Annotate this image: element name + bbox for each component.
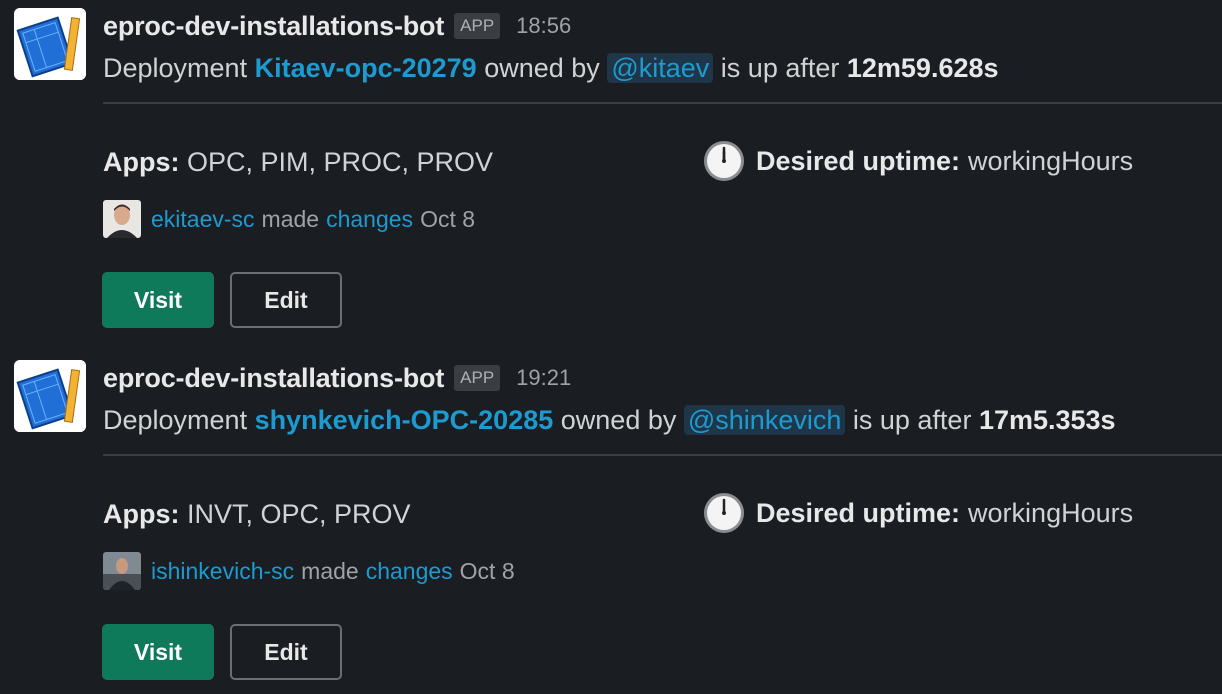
message-header: eproc-dev-installations-bot APP 19:21 — [103, 358, 571, 398]
deployment-prefix: Deployment — [103, 405, 248, 435]
deploy-duration: 17m5.353s — [978, 405, 1116, 435]
blueprint-icon — [14, 8, 86, 80]
is-up-after-text: is up after — [720, 53, 840, 83]
deployment-link[interactable]: Kitaev-opc-20279 — [255, 53, 477, 83]
apps-field: Apps: INVT, OPC, PROV — [103, 494, 411, 534]
app-badge: APP — [454, 13, 501, 39]
owned-by-text: owned by — [484, 53, 600, 83]
uptime-label: Desired uptime: — [756, 145, 961, 176]
changer-link[interactable]: ishinkevich-sc — [151, 558, 294, 585]
change-date: Oct 8 — [459, 557, 515, 584]
clock-icon — [704, 493, 744, 533]
owner-mention[interactable]: @shinkevich — [683, 405, 846, 435]
changes-link[interactable]: changes — [366, 558, 453, 585]
made-text: made — [301, 557, 359, 584]
deployment-prefix: Deployment — [103, 53, 248, 83]
bot-avatar[interactable] — [14, 360, 86, 432]
uptime-label: Desired uptime: — [756, 497, 961, 528]
timestamp[interactable]: 18:56 — [516, 13, 571, 39]
uptime-field: Desired uptime: workingHours — [702, 491, 1133, 535]
divider — [103, 454, 1222, 456]
uptime-value: workingHours — [968, 145, 1134, 176]
owned-by-text: owned by — [560, 405, 677, 435]
apps-value: OPC, PIM, PROC, PROV — [187, 147, 494, 177]
apps-label: Apps: — [103, 499, 180, 529]
message-text: Deployment shynkevich-OPC-20285 owned by… — [103, 400, 1116, 440]
visit-button[interactable]: Visit — [102, 272, 214, 328]
message-header: eproc-dev-installations-bot APP 18:56 — [103, 6, 571, 46]
uptime-field: Desired uptime: workingHours — [702, 139, 1133, 183]
uptime-value: workingHours — [968, 497, 1134, 528]
timestamp[interactable]: 19:21 — [516, 365, 571, 391]
bot-name[interactable]: eproc-dev-installations-bot — [103, 363, 444, 394]
apps-field: Apps: OPC, PIM, PROC, PROV — [103, 142, 493, 182]
deploy-duration: 12m59.628s — [846, 53, 999, 83]
changes-context: ishinkevich-sc made changes Oct 8 — [103, 551, 515, 591]
changes-context: ekitaev-sc made changes Oct 8 — [103, 199, 475, 239]
edit-button[interactable]: Edit — [230, 272, 342, 328]
is-up-after-text: is up after — [852, 405, 972, 435]
visit-button[interactable]: Visit — [102, 624, 214, 680]
made-text: made — [261, 205, 320, 232]
apps-value: INVT, OPC, PROV — [187, 499, 411, 529]
clock-icon — [704, 141, 744, 181]
bot-name[interactable]: eproc-dev-installations-bot — [103, 11, 444, 42]
bot-avatar[interactable] — [14, 8, 86, 80]
app-badge: APP — [454, 365, 501, 391]
message-text: Deployment Kitaev-opc-20279 owned by @ki… — [103, 48, 999, 88]
edit-button[interactable]: Edit — [230, 624, 342, 680]
apps-label: Apps: — [103, 147, 180, 177]
divider — [103, 102, 1222, 104]
changer-link[interactable]: ekitaev-sc — [151, 206, 255, 233]
user-avatar[interactable] — [103, 552, 141, 590]
blueprint-icon — [14, 360, 86, 432]
change-date: Oct 8 — [420, 205, 476, 232]
owner-mention[interactable]: @kitaev — [607, 53, 714, 83]
user-avatar[interactable] — [103, 200, 141, 238]
deployment-link[interactable]: shynkevich-OPC-20285 — [255, 405, 554, 435]
changes-link[interactable]: changes — [326, 206, 413, 233]
